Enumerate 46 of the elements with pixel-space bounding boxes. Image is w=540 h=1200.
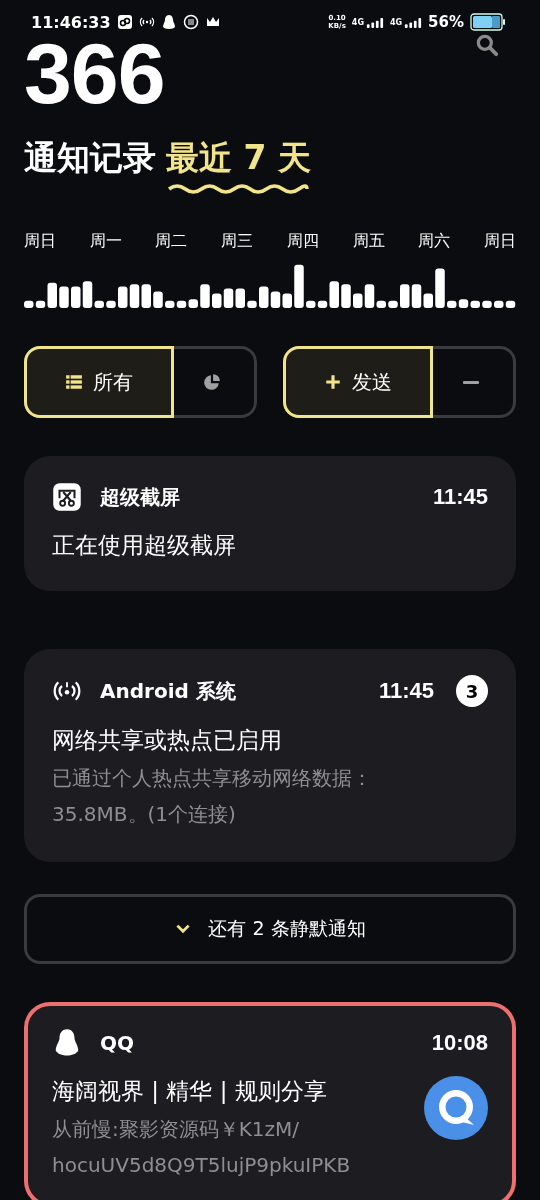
- day-label: 周四: [286, 231, 319, 252]
- signal-icon: [404, 16, 423, 28]
- all-filter-button[interactable]: 所有: [24, 346, 174, 418]
- signal-icon: [365, 16, 384, 28]
- send-button[interactable]: 发送: [283, 346, 433, 418]
- carrier-icon: [182, 14, 199, 30]
- day-label: 周二: [155, 231, 188, 252]
- battery-icon: [470, 13, 506, 31]
- chat-bubble-icon: [424, 1076, 488, 1140]
- notification-card[interactable]: Android 系统 11:45 3 网络共享或热点已启用 已通过个人热点共享移动网络数据：35.8MB。(1个连接): [24, 649, 516, 862]
- day-label: 周三: [221, 231, 254, 252]
- silent-notifications-button[interactable]: 还有 2 条静默通知: [24, 894, 516, 964]
- notification-title: 海阔视界 | 精华 | 规则分享: [52, 1077, 328, 1106]
- app-icon: [116, 14, 133, 30]
- notification-time: 11:45: [432, 484, 488, 510]
- notification-title: 网络共享或热点已启用: [52, 726, 283, 755]
- scissors-icon: [52, 482, 82, 512]
- page-title: 通知记录: [24, 137, 156, 179]
- notification-title: 正在使用超级截屏: [52, 531, 237, 560]
- notification-time: 11:45: [378, 678, 434, 704]
- search-icon[interactable]: [474, 32, 500, 58]
- notification-text: 从前慢:聚影资源码￥K1zM/ hocuUV5d8Q9T5lujP9pkuIPKB: [52, 1116, 352, 1179]
- notification-time: 10:08: [431, 1030, 488, 1056]
- minus-icon: [462, 380, 481, 384]
- list-icon: [64, 373, 83, 391]
- network-type: 4G: [351, 18, 364, 27]
- plus-icon: [323, 373, 342, 391]
- penguin-icon: [160, 14, 177, 30]
- day-label: 周日: [24, 231, 56, 252]
- count-badge: 3: [456, 675, 488, 707]
- app-name: 超级截屏: [100, 483, 180, 511]
- battery-percent: 56%: [428, 13, 464, 31]
- range-label[interactable]: 最近 7 天: [166, 136, 311, 181]
- notification-count: 366: [24, 30, 165, 116]
- pie-chart-icon: [203, 373, 222, 391]
- day-label: 周日: [483, 231, 516, 252]
- status-time: 11:46:33: [31, 12, 111, 32]
- day-label: 周六: [418, 231, 451, 252]
- notification-card[interactable]: 超级截屏 11:45 正在使用超级截屏: [24, 456, 516, 591]
- notification-text: 已通过个人热点共享移动网络数据：35.8MB。(1个连接): [52, 765, 373, 828]
- notification-card[interactable]: QQ 10:08 海阔视界 | 精华 | 规则分享 从前慢:聚影资源码￥K1zM/ hocuUV5d8Q9T5lujP9pkuIPKB: [24, 1002, 516, 1200]
- app-name: QQ: [100, 1031, 134, 1055]
- network-type: 4G: [389, 18, 403, 27]
- day-label: 周五: [352, 231, 385, 252]
- day-label: 周一: [89, 231, 122, 252]
- app-name: Android 系统: [100, 677, 236, 705]
